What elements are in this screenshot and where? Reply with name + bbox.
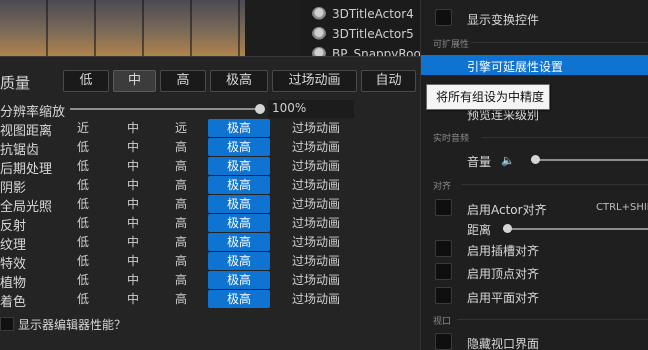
scalability-option[interactable]: 极高 [208,157,270,175]
quality-medium-button[interactable]: 中 [113,70,156,92]
scalability-option[interactable]: 远 [150,119,212,137]
scalability-option[interactable]: 高 [150,138,212,156]
show-transform-checkbox[interactable] [435,9,452,26]
monitor-performance-label: 显示器编辑器性能？ [18,318,127,332]
vertex-snap-label: 启用顶点对齐 [467,267,540,281]
section-extensible: 可扩展性 [433,40,470,50]
scalability-option[interactable]: 过场动画 [268,252,364,270]
section-divider [457,319,648,320]
scalability-option[interactable]: 极高 [208,195,270,213]
scalability-row: 特效低中高极高 过场动画 [0,252,420,272]
scalability-option[interactable]: 极高 [208,252,270,270]
scalability-option[interactable]: 高 [150,233,212,251]
quality-high-button[interactable]: 高 [160,70,206,92]
outliner-item[interactable]: 3DTitleActor4 [312,4,414,24]
scalability-row: 纹理低中高极高 过场动画 [0,233,420,253]
scalability-option[interactable]: 极高 [208,271,270,289]
volume-slider[interactable] [531,159,648,161]
scalability-option[interactable]: 过场动画 [268,138,364,156]
scalability-option[interactable]: 高 [150,290,212,308]
quality-epic-button[interactable]: 极高 [210,70,268,92]
show-transform-label: 显示变换控件 [467,13,540,27]
plane-snap-label: 启用平面对齐 [467,291,540,305]
actor-snap-checkbox[interactable] [435,199,452,216]
volume-thumb[interactable] [531,155,540,164]
socket-snap-checkbox[interactable] [435,240,452,257]
hide-viewport-ui-label: 隐藏视口界面 [467,337,540,350]
scalability-option[interactable]: 过场动画 [268,157,364,175]
viewport-dark-area [245,0,305,56]
scalability-option[interactable]: 过场动画 [268,195,364,213]
actor-icon [312,7,326,21]
scalability-option[interactable]: 高 [150,195,212,213]
outliner-item-label: 3DTitleActor4 [332,7,414,21]
resolution-scale-slider[interactable] [70,108,260,110]
scalability-option[interactable]: 极高 [208,233,270,251]
scalability-row: 全局光照低中高极高 过场动画 [0,195,420,215]
socket-snap-label: 启用插槽对齐 [467,244,540,258]
resolution-scale-thumb[interactable] [255,104,265,114]
vertex-snap-checkbox[interactable] [435,263,452,280]
resolution-scale-label: 分辨率缩放 [0,105,66,120]
scalability-popup: 质量 低 中 高 极高 过场动画 自动 分辨率缩放 100% 视图距离近中远极高… [0,56,420,350]
world-outliner: 3DTitleActor4 3DTitleActor5 BP_SnappyRoo [300,0,421,61]
scalability-row: 着色低中高极高 过场动画 [0,290,420,310]
section-viewport: 视口 [433,317,452,327]
scalability-option[interactable]: 过场动画 [268,271,364,289]
engine-scalability-label: 引擎可延展性设置 [467,60,564,74]
speaker-icon[interactable]: 🔈 [501,154,515,167]
monitor-performance-checkbox[interactable] [0,317,14,331]
plane-snap-checkbox[interactable] [435,287,452,304]
scalability-option[interactable]: 高 [150,271,212,289]
hide-viewport-ui-checkbox[interactable] [435,333,452,350]
outliner-item-label: 3DTitleActor5 [332,27,414,41]
scalability-option[interactable]: 极高 [208,176,270,194]
scalability-option[interactable]: 过场动画 [268,214,364,232]
scalability-option[interactable]: 极高 [208,290,270,308]
scalability-option[interactable]: 极高 [208,214,270,232]
scalability-option[interactable]: 过场动画 [268,290,364,308]
scalability-option[interactable]: 高 [150,157,212,175]
scalability-option[interactable]: 过场动画 [268,119,364,137]
distance-slider[interactable] [503,228,648,230]
scalability-row: 阴影低中高极高 过场动画 [0,176,420,196]
settings-menu-panel: 显示变换控件 可扩展性 引擎可延展性设置 预览连采级别 实时音频 音量 🔈 对齐… [420,0,648,350]
volume-label: 音量 [467,155,492,169]
scalability-row: 后期处理低中高极高 过场动画 [0,157,420,177]
scalability-option[interactable]: 过场动画 [268,233,364,251]
scalability-option[interactable]: 高 [150,214,212,232]
distance-label: 距离 [467,223,492,237]
actor-icon [312,27,326,41]
resolution-scale-value: 100% [272,101,307,115]
quality-low-button[interactable]: 低 [63,70,109,92]
scalability-option[interactable]: 高 [150,176,212,194]
scalability-option[interactable]: 过场动画 [268,176,364,194]
scalability-row: 反射低中高极高 过场动画 [0,214,420,234]
section-divider [461,184,648,185]
scalability-option[interactable]: 极高 [208,119,270,137]
section-realtime-audio: 实时音频 [433,134,470,144]
quality-label: 质量 [0,74,31,92]
distance-thumb[interactable] [503,224,512,233]
scalability-option[interactable]: 极高 [208,138,270,156]
section-divider [481,137,648,138]
scalability-row: 植物低中高极高 过场动画 [0,271,420,291]
scalability-row: 抗锯齿低中高极高 过场动画 [0,138,420,158]
viewport-scene-poles [0,0,250,56]
actor-snap-shortcut: CTRL+SHIFT [596,202,648,213]
actor-snap-label: 启用Actor对齐 [467,203,547,217]
scalability-option[interactable]: 高 [150,252,212,270]
engine-scalability-menu-item[interactable]: 引擎可延展性设置 [421,55,648,75]
quality-auto-button[interactable]: 自动 [361,70,416,92]
tooltip: 将所有组设为中精度 [426,84,550,110]
section-divider [471,42,648,43]
quality-cinematic-button[interactable]: 过场动画 [272,70,357,92]
scalability-row: 视图距离近中远极高 过场动画 [0,119,420,139]
outliner-item[interactable]: 3DTitleActor5 [312,24,414,44]
section-snap: 对齐 [433,182,452,192]
